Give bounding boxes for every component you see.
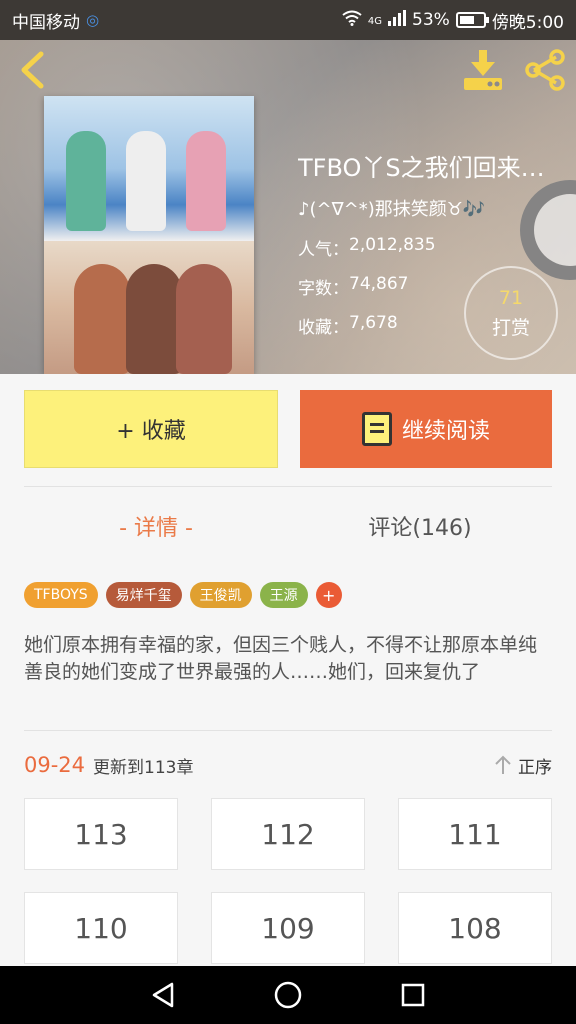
divider xyxy=(24,730,552,731)
tip-count: 71 xyxy=(498,286,524,309)
share-icon xyxy=(525,49,565,91)
book-cover xyxy=(44,96,254,374)
tag-tfboys[interactable]: TFBOYS xyxy=(24,582,98,608)
divider xyxy=(24,486,552,487)
continue-reading-label: 继续阅读 xyxy=(401,419,490,444)
stat-label: 收藏： xyxy=(298,318,349,338)
circle-home-icon xyxy=(274,981,302,1009)
book-summary: 她们原本拥有幸福的家，但因三个贱人，不得不让那原本单纯善良的她们变成了世界最强的… xyxy=(24,634,538,683)
chapter-grid: 113 112 111 110 109 108 xyxy=(24,798,552,964)
stat-label: 人气： xyxy=(298,240,349,260)
tip-label: 打赏 xyxy=(491,316,530,339)
chapter-button[interactable]: 108 xyxy=(398,892,552,964)
battery-percent: 53% xyxy=(412,10,450,30)
book-header: TFBO丫S之我们回来… ♪(^∇^*)那抹笑颜♉🎶 人气： 2,012,835… xyxy=(0,40,576,374)
sort-label: 正序 xyxy=(518,757,552,778)
stat-label: 字数： xyxy=(298,279,349,299)
status-right: 4G 53% 傍晚5:00 xyxy=(342,8,564,33)
tag-list: TFBOYS 易烊千玺 王俊凯 王源 + xyxy=(24,582,342,608)
wifi-icon xyxy=(342,10,362,31)
download-icon xyxy=(464,50,502,90)
arrow-up-icon xyxy=(495,755,511,774)
tip-button[interactable]: 71 打赏 xyxy=(464,266,558,360)
update-row: 09-24 更新到113章 正序 xyxy=(24,750,552,780)
update-text: 更新到113章 xyxy=(93,757,194,778)
nav-recents-button[interactable] xyxy=(393,975,433,1015)
carrier-name: 中国移动 xyxy=(12,12,80,33)
share-button[interactable] xyxy=(522,48,568,92)
sort-button[interactable]: 正序 xyxy=(494,753,552,778)
chapter-button[interactable]: 110 xyxy=(24,892,178,964)
book-icon xyxy=(361,412,392,446)
stat-value: 7,678 xyxy=(349,313,398,333)
stat-value: 2,012,835 xyxy=(349,235,436,255)
battery-icon xyxy=(455,12,489,28)
continue-reading-button[interactable]: 继续阅读 xyxy=(300,390,552,468)
chapter-button[interactable]: 112 xyxy=(211,798,365,870)
network-type: 4G xyxy=(367,15,383,27)
status-bar: 中国移动 ◎ 4G 53% 傍晚5:00 xyxy=(0,0,576,40)
chevron-left-icon xyxy=(21,51,44,89)
cover-bottom-image xyxy=(44,241,254,374)
book-title: TFBO丫S之我们回来… xyxy=(298,154,545,182)
headset-icon: ◎ xyxy=(86,11,100,29)
triangle-back-icon xyxy=(152,982,173,1008)
tab-bar: - 详情 - 评论(146) xyxy=(24,494,552,558)
tab-comments[interactable]: 评论(146) xyxy=(288,494,552,558)
chapter-button[interactable]: 113 xyxy=(24,798,178,870)
favorite-button[interactable]: + 收藏 xyxy=(24,390,278,468)
add-tag-button[interactable]: + xyxy=(315,582,342,608)
system-nav-bar xyxy=(0,966,576,1024)
nav-home-button[interactable] xyxy=(268,975,308,1015)
tag-wangjunkai[interactable]: 王俊凯 xyxy=(189,582,252,608)
tag-wangyuan[interactable]: 王源 xyxy=(259,582,308,608)
square-recents-icon xyxy=(402,983,425,1007)
download-button[interactable] xyxy=(460,48,506,92)
tag-yiyangqianxi[interactable]: 易烊千玺 xyxy=(105,582,182,608)
clock: 傍晚5:00 xyxy=(491,12,564,33)
signal-icon xyxy=(388,9,407,31)
update-date: 09-24 xyxy=(24,753,86,777)
cover-top-image xyxy=(44,96,254,241)
back-button[interactable] xyxy=(12,50,52,90)
tab-detail[interactable]: - 详情 - xyxy=(24,494,288,558)
nav-back-button[interactable] xyxy=(143,975,183,1015)
stat-value: 74,867 xyxy=(349,274,409,294)
chapter-button[interactable]: 109 xyxy=(211,892,365,964)
action-row: + 收藏 继续阅读 xyxy=(24,390,552,468)
chapter-button[interactable]: 111 xyxy=(398,798,552,870)
